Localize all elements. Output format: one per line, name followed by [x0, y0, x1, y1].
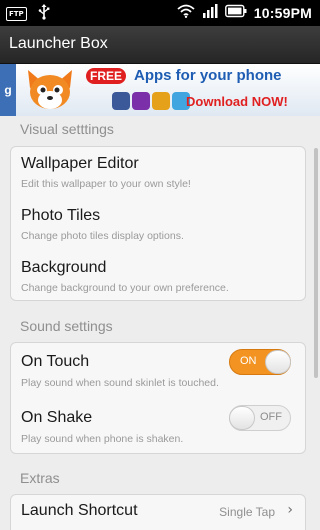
toggle-knob — [265, 350, 291, 374]
facebook-icon — [112, 92, 130, 110]
section-header-extras: Extras — [20, 470, 60, 486]
sound-settings-card: On Touch Play sound when sound skinlet i… — [10, 342, 306, 454]
row-subtitle: Play sound when sound skinlet is touched… — [21, 377, 219, 389]
list-item-on-touch[interactable]: On Touch Play sound when sound skinlet i… — [11, 343, 305, 399]
row-title: On Shake — [21, 409, 93, 426]
row-title: On Touch — [21, 353, 90, 370]
list-item-wallpaper-editor[interactable]: Wallpaper Editor Edit this wallpaper to … — [11, 147, 305, 199]
scrollbar[interactable] — [314, 148, 318, 378]
row-subtitle: Play sound when phone is shaken. — [21, 433, 184, 445]
yahoo-icon — [132, 92, 150, 110]
ad-free-badge: FREE — [86, 68, 127, 84]
ftp-icon: FTP — [6, 7, 27, 21]
ad-apps-text: Apps for your phone — [134, 67, 282, 84]
status-bar: FTP 10:59PM — [0, 0, 320, 26]
on-touch-toggle[interactable]: ON — [229, 349, 291, 375]
row-subtitle: Edit this wallpaper to your own style! — [21, 178, 191, 190]
status-right: 10:59PM — [177, 3, 312, 22]
section-header-visual: Visual setttings — [20, 121, 114, 137]
row-title: Background — [21, 259, 107, 276]
signal-icon — [202, 3, 218, 22]
clock: 10:59PM — [253, 4, 312, 21]
usb-icon — [37, 4, 51, 24]
toggle-label: ON — [240, 355, 257, 367]
section-header-sound: Sound settings — [20, 318, 113, 334]
row-subtitle: Change photo tiles display options. — [21, 230, 184, 242]
on-shake-toggle[interactable]: OFF — [229, 405, 291, 431]
row-title: Launch Shortcut — [21, 502, 138, 519]
ad-banner[interactable]: g FREE Apps for your phone Download NOW! — [0, 64, 320, 116]
list-item-on-shake[interactable]: On Shake Play sound when phone is shaken… — [11, 399, 305, 455]
list-item-photo-tiles[interactable]: Photo Tiles Change photo tiles display o… — [11, 199, 305, 251]
ad-download-text: Download NOW! — [186, 94, 288, 109]
toggle-knob — [229, 406, 255, 430]
app-title: Launcher Box — [9, 35, 108, 52]
row-title: Wallpaper Editor — [21, 155, 139, 172]
visual-settings-card: Wallpaper Editor Edit this wallpaper to … — [10, 146, 306, 301]
title-bar: Launcher Box — [0, 26, 320, 64]
wifi-icon — [177, 3, 195, 22]
messenger-icon — [152, 92, 170, 110]
list-item-background[interactable]: Background Change background to your own… — [11, 251, 305, 302]
ad-g-tab[interactable]: g — [0, 64, 16, 116]
toggle-label: OFF — [260, 411, 282, 423]
ad-content[interactable]: FREE Apps for your phone Download NOW! — [16, 64, 320, 116]
battery-icon — [224, 3, 247, 22]
row-subtitle: Change background to your own preference… — [21, 282, 229, 294]
launch-shortcut-value: Single Tap — [219, 505, 275, 519]
status-left: FTP — [6, 4, 51, 24]
chevron-right-icon: › — [287, 502, 293, 518]
extras-card: Launch Shortcut Single Tap › — [10, 494, 306, 530]
list-item-launch-shortcut[interactable]: Launch Shortcut Single Tap › — [11, 495, 305, 530]
row-title: Photo Tiles — [21, 207, 101, 224]
fox-mascot-icon — [20, 66, 80, 116]
ad-social-icons — [112, 92, 190, 110]
